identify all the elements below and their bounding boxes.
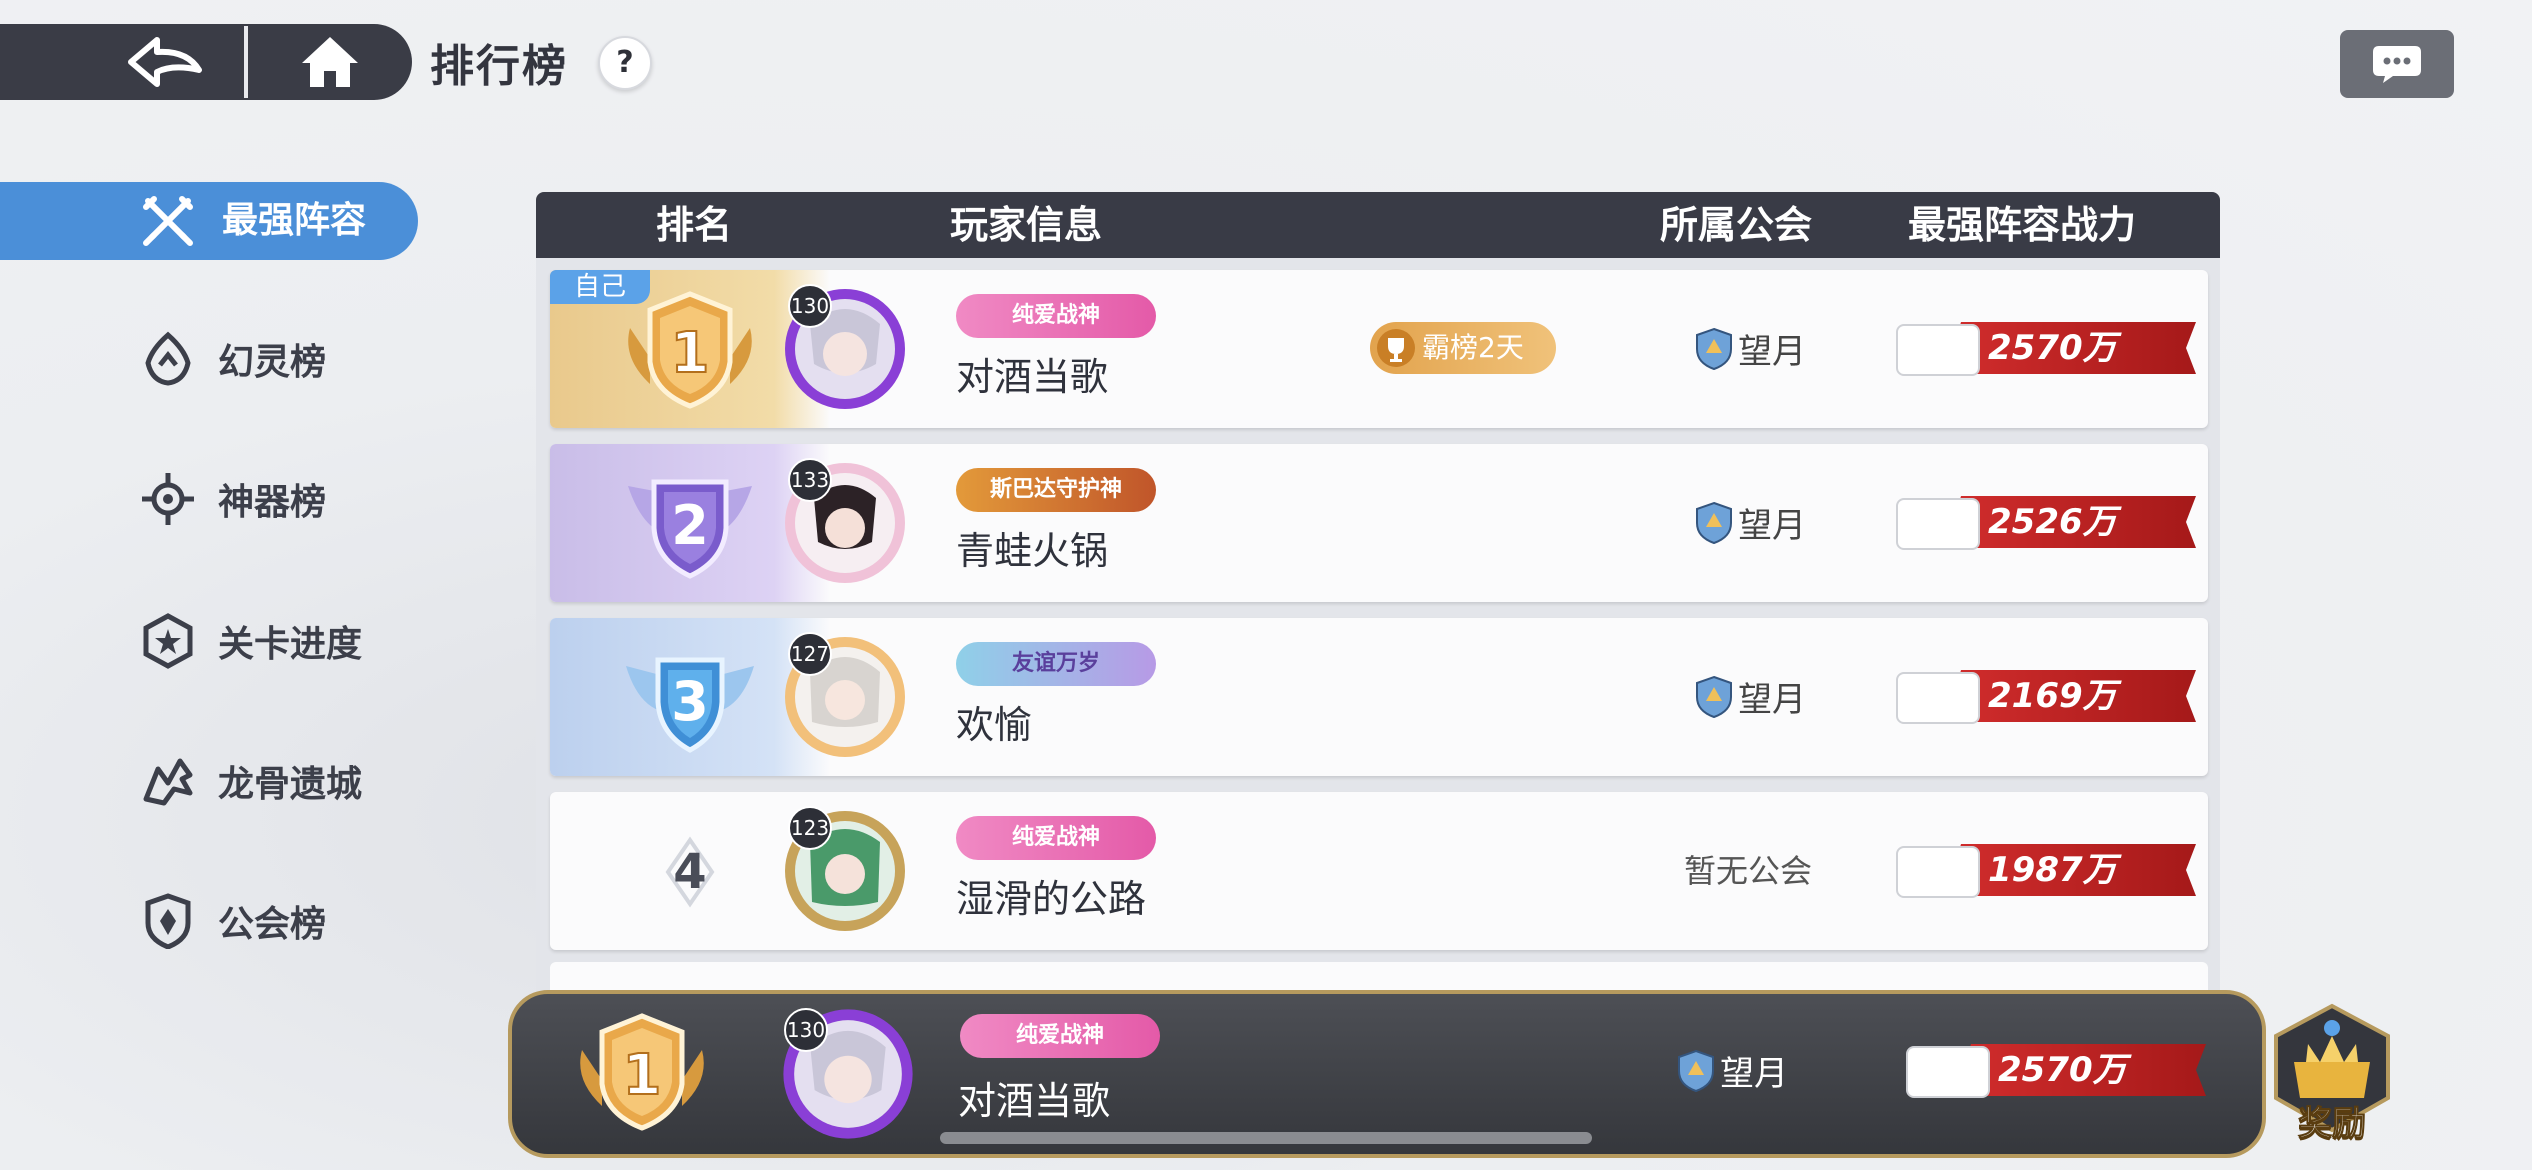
guild-cell: 望月 [1694,324,1806,373]
player-title-tag: 友谊万岁 [956,642,1156,686]
home-icon [302,37,358,87]
rank-3-badge-icon: 3 [626,657,754,753]
sidebar-item-stage-progress[interactable]: 关卡进度 [140,606,362,676]
chat-button[interactable] [2340,30,2454,98]
sidebar-item-strongest-lineup[interactable]: 最强阵容 [0,182,418,260]
guild-name: 望月 [1738,506,1806,546]
ranking-row[interactable]: 3 127 友谊万岁 欢愉 望月 2169万 [550,618,2208,776]
sidebar-item-label: 公会榜 [218,904,327,945]
guild-name: 望月 [1738,332,1806,372]
ranking-row[interactable]: 2 133 斯巴达守护神 青蛙火锅 望月 2526万 [550,444,2208,602]
power-cell: 2570万 [1906,1042,2206,1098]
power-swords-icon [1896,498,1980,550]
power-cell: 2169万 [1896,668,2196,724]
player-name: 对酒当歌 [956,355,1109,399]
rank-number: 1 [671,321,710,386]
sidebar-item-label: 神器榜 [218,482,327,523]
guild-emblem-icon [1678,1049,1714,1092]
power-swords-icon [1896,672,1980,724]
player-title-tag: 纯爱战神 [960,1014,1160,1058]
reward-label: 奖励 [2298,1104,2367,1145]
sidebar-item-artifact-rank[interactable]: 神器榜 [140,464,326,534]
player-title-tag: 纯爱战神 [956,816,1156,860]
artifact-icon [142,473,194,525]
page-title: 排行榜 [430,41,568,92]
sidebar-item-label: 龙骨遗城 [218,764,363,805]
home-button[interactable] [290,24,370,100]
player-name: 青蛙火锅 [956,529,1109,573]
power-swords-icon [1906,1046,1990,1098]
sidebar-item-label: 幻灵榜 [218,342,327,383]
player-level: 123 [788,806,832,850]
rank-number: 4 [673,844,706,900]
rank-number: 3 [671,670,709,733]
rank-number: 2 [671,494,709,557]
guild-cell: 望月 [1676,1046,1788,1095]
list-scrollbar[interactable] [940,1132,1592,1144]
ranking-table-header: 排名 玩家信息 所属公会 最强阵容战力 [536,192,2220,258]
nav-divider [244,26,248,98]
rank-1-badge-icon: 1 [580,1013,704,1131]
trophy-icon [1377,329,1415,367]
sidebar-item-spirit-rank[interactable]: 幻灵榜 [140,324,326,394]
crossed-swords-icon [143,196,193,246]
guild-cell: 望月 [1694,672,1806,721]
ranking-row[interactable]: 自己 1 130 纯爱战神 对酒当歌 霸榜2天 望月 2570万 [550,270,2208,428]
guild-cell: 暂无公会 [1684,846,1812,892]
top-nav-bar [0,24,412,100]
rank-2-badge-icon: 2 [628,479,752,579]
rank-4-badge-icon: 4 [665,836,715,908]
back-arrow-icon [128,37,202,87]
power-value: 2570万 [1988,328,2117,368]
power-value: 2526万 [1988,502,2117,542]
ranking-row[interactable]: 4 123 纯爱战神 湿滑的公路 暂无公会 1987万 [550,792,2208,950]
player-name: 欢愉 [956,703,1033,747]
power-swords-icon [1896,846,1980,898]
power-swords-icon [1896,324,1980,376]
power-value: 2169万 [1988,676,2117,716]
back-button[interactable] [110,24,220,100]
player-title-tag: 纯爱战神 [956,294,1156,338]
sidebar-item-guild-rank[interactable]: 公会榜 [140,886,326,956]
player-level: 133 [788,458,832,502]
power-cell: 2570万 [1896,320,2196,376]
guild-name: 望月 [1738,680,1806,720]
chat-bubble-icon [2373,46,2421,83]
sidebar-item-dragon-city[interactable]: 龙骨遗城 [140,746,362,816]
rank-number: 1 [623,1043,662,1108]
power-cell: 1987万 [1896,842,2196,898]
power-cell: 2526万 [1896,494,2196,550]
header-player-info: 玩家信息 [950,203,1103,247]
player-name: 湿滑的公路 [956,877,1147,921]
stage-icon [143,613,193,669]
header-guild: 所属公会 [1660,203,1813,247]
power-value: 1987万 [1988,850,2117,890]
spirit-icon [145,331,191,386]
sidebar-item-label: 关卡进度 [218,624,363,665]
guild-cell: 望月 [1694,498,1806,547]
dominance-badge: 霸榜2天 [1370,322,1556,374]
player-name: 对酒当歌 [958,1079,1111,1123]
guild-emblem-icon [1696,501,1732,544]
player-level: 127 [788,632,832,676]
sidebar-item-label: 最强阵容 [222,200,367,241]
player-title-tag: 斯巴达守护神 [956,468,1156,512]
player-level: 130 [788,284,832,328]
guild-name: 暂无公会 [1684,852,1813,890]
guild-emblem-icon [1696,327,1732,370]
header-rank: 排名 [656,203,733,247]
power-value: 2570万 [1998,1050,2127,1090]
guild-emblem-icon [1696,675,1732,718]
dominance-label: 霸榜2天 [1422,331,1524,364]
header-power: 最强阵容战力 [1908,203,2137,247]
guild-name: 望月 [1720,1054,1788,1094]
dragon-icon [143,758,193,806]
help-button[interactable]: ? [598,36,652,90]
guild-shield-icon [145,893,191,949]
player-level: 130 [784,1008,828,1052]
rank-1-badge-icon: 1 [628,291,752,409]
